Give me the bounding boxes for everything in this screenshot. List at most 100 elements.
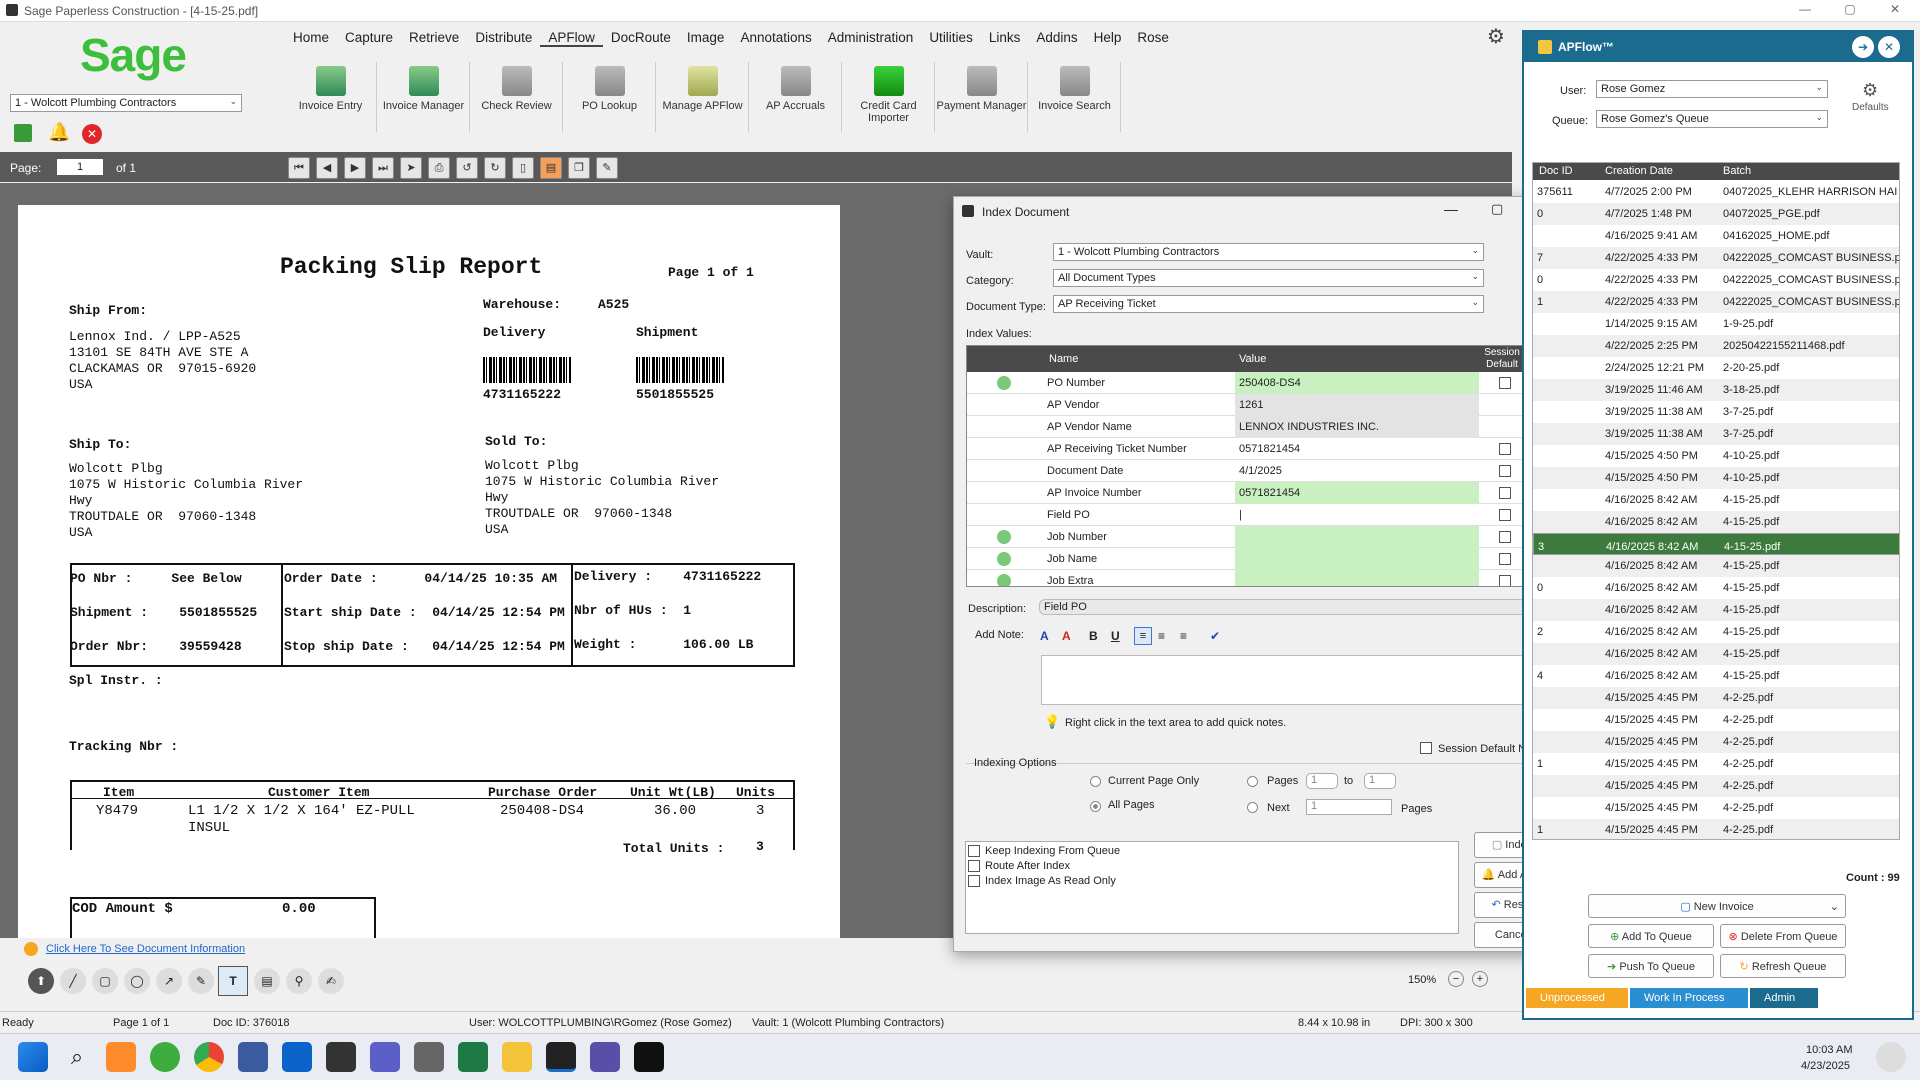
defaults-gear-icon[interactable]: ⚙ xyxy=(1862,80,1878,101)
queue-select[interactable]: Rose Gomez's Queue ⌄ xyxy=(1596,110,1828,128)
field-value[interactable]: 0571821454 xyxy=(1235,482,1479,504)
text-color-icon[interactable]: A xyxy=(1062,629,1071,643)
pages-to-input[interactable]: 1 xyxy=(1364,773,1396,789)
lookup-icon[interactable] xyxy=(997,530,1011,544)
menu-administration[interactable]: Administration xyxy=(820,30,922,47)
add-to-queue-button[interactable]: ⊕ Add To Queue xyxy=(1588,924,1714,948)
align-left-icon[interactable]: ≡ xyxy=(1134,627,1152,645)
queue-row[interactable]: 3 4/16/2025 8:42 AM 4-15-25.pdf xyxy=(1533,533,1899,555)
lookup-icon[interactable] xyxy=(997,574,1011,586)
index-row[interactable]: AP Receiving Ticket Number 0571821454 xyxy=(967,438,1549,460)
vault-select[interactable]: 1 - Wolcott Plumbing Contractors ⌄ xyxy=(1053,243,1484,261)
acrobat-icon[interactable] xyxy=(634,1042,664,1072)
signature-tool-icon[interactable]: ✍ xyxy=(318,968,344,994)
delete-from-queue-button[interactable]: ⊗ Delete From Queue xyxy=(1720,924,1846,948)
pages-from-input[interactable]: 1 xyxy=(1306,773,1338,789)
queue-row[interactable]: 2/24/2025 12:21 PM 2-20-25.pdf xyxy=(1533,357,1899,379)
spc-active-icon[interactable] xyxy=(546,1042,576,1072)
queue-row[interactable]: 4/15/2025 4:45 PM 4-2-25.pdf xyxy=(1533,731,1899,753)
doc-info-link[interactable]: Click Here To See Document Information xyxy=(46,943,245,955)
push-to-queue-button[interactable]: ➔ Push To Queue xyxy=(1588,954,1714,978)
maximize-button[interactable]: ▢ xyxy=(1835,2,1865,16)
session-default-checkbox[interactable] xyxy=(1499,443,1511,455)
app-green-icon[interactable] xyxy=(150,1042,180,1072)
folder-icon[interactable] xyxy=(502,1042,532,1072)
queue-row[interactable]: 4/15/2025 4:45 PM 4-2-25.pdf xyxy=(1533,709,1899,731)
lookup-icon[interactable] xyxy=(997,376,1011,390)
defaults-label[interactable]: Defaults xyxy=(1852,102,1889,113)
invoice-manager-button[interactable]: Invoice Manager xyxy=(378,62,470,132)
field-value[interactable]: | xyxy=(1235,504,1479,526)
menu-utilities[interactable]: Utilities xyxy=(921,30,981,47)
menu-image[interactable]: Image xyxy=(679,30,733,47)
menu-capture[interactable]: Capture xyxy=(337,30,401,47)
queue-row[interactable]: 0 4/7/2025 1:48 PM 04072025_PGE.pdf xyxy=(1533,203,1899,225)
rotate-left-icon[interactable]: ↺ xyxy=(456,157,478,179)
new-invoice-button[interactable]: ▢ New Invoice ⌄ xyxy=(1588,894,1846,918)
note-tool-icon[interactable]: ▤ xyxy=(254,968,280,994)
teams-icon[interactable] xyxy=(370,1042,400,1072)
spc-icon[interactable] xyxy=(326,1042,356,1072)
spellcheck-icon[interactable]: ✔ xyxy=(1210,629,1220,643)
description-field[interactable]: Field PO xyxy=(1039,599,1549,615)
minimize-button[interactable]: — xyxy=(1790,2,1820,16)
menu-distribute[interactable]: Distribute xyxy=(467,30,540,47)
queue-row[interactable]: 4/15/2025 4:45 PM 4-2-25.pdf xyxy=(1533,775,1899,797)
queue-row[interactable]: 3/19/2025 11:38 AM 3-7-25.pdf xyxy=(1533,401,1899,423)
queue-row[interactable]: 375611 4/7/2025 2:00 PM 04072025_KLEHR HAR… xyxy=(1533,181,1899,203)
queue-row[interactable]: 2 4/16/2025 8:42 AM 4-15-25.pdf xyxy=(1533,621,1899,643)
tab-work-in-process[interactable]: Work In Process xyxy=(1630,988,1748,1008)
next-radio[interactable] xyxy=(1247,802,1258,813)
next-page-button[interactable]: ▶ xyxy=(344,157,366,179)
queue-row[interactable]: 1/14/2025 9:15 AM 1-9-25.pdf xyxy=(1533,313,1899,335)
queue-row[interactable]: 4/16/2025 9:41 AM 04162025_HOME.pdf xyxy=(1533,225,1899,247)
line-tool-icon[interactable]: ╱ xyxy=(60,968,86,994)
menu-apflow[interactable]: APFlow xyxy=(540,30,603,47)
text-tool-icon[interactable]: T xyxy=(218,966,248,996)
chrome-icon[interactable] xyxy=(194,1042,224,1072)
session-default-checkbox[interactable] xyxy=(1499,509,1511,521)
session-default-checkbox[interactable] xyxy=(1499,553,1511,565)
menu-home[interactable]: Home xyxy=(285,30,337,47)
queue-row[interactable]: 3/19/2025 11:46 AM 3-18-25.pdf xyxy=(1533,379,1899,401)
keep-indexing-checkbox[interactable] xyxy=(968,845,980,857)
index-row[interactable]: Job Name xyxy=(967,548,1549,570)
index-row[interactable]: AP Vendor Name LENNOX INDUSTRIES INC. xyxy=(967,416,1549,438)
print-icon[interactable]: ⎙ xyxy=(428,157,450,179)
index-row[interactable]: PO Number 250408-DS4 xyxy=(967,372,1549,394)
session-default-checkbox[interactable] xyxy=(1499,531,1511,543)
bold-icon[interactable]: B xyxy=(1089,629,1098,643)
pointer-tool-icon[interactable]: ⬆ xyxy=(28,968,54,994)
index-row[interactable]: Job Extra xyxy=(967,570,1549,586)
route-after-checkbox[interactable] xyxy=(968,860,980,872)
next-input[interactable]: 1 xyxy=(1306,799,1392,815)
current-page-radio[interactable] xyxy=(1090,776,1101,787)
note-textarea[interactable] xyxy=(1041,655,1547,705)
copy-page-icon[interactable]: ❐ xyxy=(568,157,590,179)
session-default-checkbox[interactable] xyxy=(1499,377,1511,389)
read-only-checkbox[interactable] xyxy=(968,875,980,887)
field-value[interactable]: 1261 xyxy=(1235,394,1479,416)
pages-radio[interactable] xyxy=(1247,776,1258,787)
close-panel-icon[interactable]: ✕ xyxy=(1878,36,1900,58)
all-pages-radio[interactable] xyxy=(1090,801,1101,812)
queue-row[interactable]: 3/19/2025 11:38 AM 3-7-25.pdf xyxy=(1533,423,1899,445)
queue-row[interactable]: 1 4/22/2025 4:33 PM 04222025_COMCAST BUSIN… xyxy=(1533,291,1899,313)
menu-retrieve[interactable]: Retrieve xyxy=(401,30,467,47)
queue-row[interactable]: 1 4/15/2025 4:45 PM 4-2-25.pdf xyxy=(1533,819,1899,839)
field-value[interactable]: LENNOX INDUSTRIES INC. xyxy=(1235,416,1479,438)
refresh-queue-button[interactable]: ↻ Refresh Queue xyxy=(1720,954,1846,978)
close-button[interactable]: ✕ xyxy=(1880,2,1910,16)
excel-icon[interactable] xyxy=(458,1042,488,1072)
index-row[interactable]: Field PO | xyxy=(967,504,1549,526)
rotate-right-icon[interactable]: ↻ xyxy=(484,157,506,179)
gear-icon[interactable]: ⚙ xyxy=(1487,24,1505,49)
dialog-maximize-button[interactable]: ▢ xyxy=(1491,201,1503,217)
menu-rose[interactable]: Rose xyxy=(1129,30,1177,47)
queue-row[interactable]: 4/15/2025 4:50 PM 4-10-25.pdf xyxy=(1533,445,1899,467)
index-row[interactable]: AP Invoice Number 0571821454 xyxy=(967,482,1549,504)
expand-icon[interactable]: ➔ xyxy=(1852,36,1874,58)
menu-links[interactable]: Links xyxy=(981,30,1029,47)
sage-taskbar-icon[interactable] xyxy=(106,1042,136,1072)
underline-icon[interactable]: U xyxy=(1111,629,1120,643)
